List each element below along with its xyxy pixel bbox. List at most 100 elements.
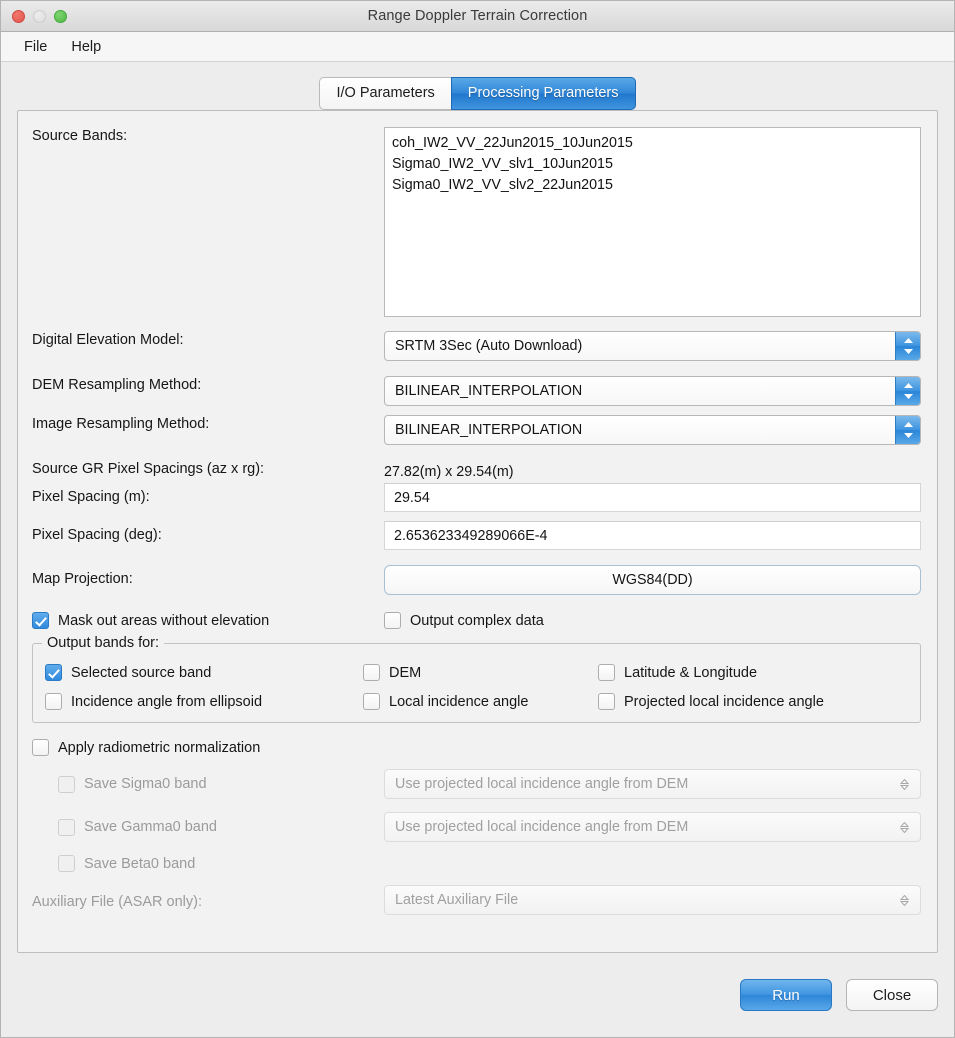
source-bands-list[interactable]: coh_IW2_VV_22Jun2015_10Jun2015 Sigma0_IW… [384, 127, 921, 317]
checkbox-selected-source-band[interactable]: Selected source band [45, 664, 363, 681]
dem-label: Digital Elevation Model: [32, 332, 184, 348]
checkbox-icon [58, 855, 75, 872]
save-sigma0-checkbox: Save Sigma0 band [32, 775, 384, 793]
save-beta0-checkbox: Save Beta0 band [32, 855, 384, 872]
save-sigma0-row: Save Sigma0 band Use projected local inc… [32, 769, 921, 799]
tab-processing-parameters[interactable]: Processing Parameters [450, 76, 636, 110]
chevron-updown-icon[interactable] [895, 416, 920, 444]
dialog-footer: Run Close [1, 963, 954, 1037]
checkbox-label: Projected local incidence angle [624, 693, 824, 710]
checkbox-label: Incidence angle from ellipsoid [71, 693, 263, 710]
checkbox-icon[interactable] [45, 664, 62, 681]
dem-resampling-value: BILINEAR_INTERPOLATION [395, 383, 583, 399]
output-complex-checkbox[interactable]: Output complex data [384, 612, 544, 629]
mask-out-elevation-label: Mask out areas without elevation [58, 612, 270, 629]
mask-complex-row: Mask out areas without elevation Output … [32, 612, 921, 629]
minimize-light[interactable] [33, 9, 46, 23]
checkbox-label: DEM [389, 664, 422, 681]
save-beta0-row: Save Beta0 band [32, 855, 921, 872]
checkbox-latitude-longitude[interactable]: Latitude & Longitude [598, 664, 910, 681]
dem-value: SRTM 3Sec (Auto Download) [395, 338, 583, 354]
save-sigma0-label: Save Sigma0 band [84, 776, 207, 792]
output-complex-label: Output complex data [410, 612, 544, 629]
checkbox-icon[interactable] [363, 664, 380, 681]
checkbox-icon [58, 818, 75, 836]
auxiliary-file-label: Auxiliary File (ASAR only): [32, 893, 203, 910]
window-title: Range Doppler Terrain Correction [367, 8, 588, 24]
save-sigma0-value: Use projected local incidence angle from… [395, 776, 689, 792]
chevron-updown-icon [892, 778, 916, 790]
processing-parameters-panel: Source Bands: coh_IW2_VV_22Jun2015_10Jun… [17, 110, 938, 953]
checkbox-icon[interactable] [32, 612, 49, 629]
map-projection-row: Map Projection: WGS84(DD) [32, 565, 921, 595]
source-gr-spacing-value: 27.82(m) x 29.54(m) [384, 464, 514, 480]
chevron-updown-icon [892, 894, 916, 906]
pixel-spacing-deg-label: Pixel Spacing (deg): [32, 527, 162, 543]
image-resampling-label: Image Resampling Method: [32, 416, 210, 432]
output-bands-row-1: Selected source band DEM Latitude & Long… [45, 664, 910, 681]
checkbox-icon[interactable] [598, 664, 615, 681]
source-gr-spacing-row: Source GR Pixel Spacings (az x rg): 27.8… [32, 460, 921, 480]
chevron-updown-icon [892, 821, 916, 833]
auxiliary-file-select: Latest Auxiliary File [384, 885, 921, 915]
checkbox-incidence-angle-ellipsoid[interactable]: Incidence angle from ellipsoid [45, 693, 363, 710]
window-controls [1, 9, 67, 23]
image-resampling-select[interactable]: BILINEAR_INTERPOLATION [384, 415, 921, 445]
dem-resampling-select[interactable]: BILINEAR_INTERPOLATION [384, 376, 921, 406]
checkbox-icon[interactable] [384, 612, 401, 629]
dem-resampling-label: DEM Resampling Method: [32, 377, 202, 393]
checkbox-label: Latitude & Longitude [624, 664, 758, 681]
checkbox-icon[interactable] [45, 693, 62, 710]
auxiliary-file-value: Latest Auxiliary File [395, 892, 519, 908]
menu-item-help[interactable]: Help [60, 36, 112, 58]
chevron-updown-icon[interactable] [895, 377, 920, 405]
image-resampling-row: Image Resampling Method: BILINEAR_INTERP… [32, 415, 921, 445]
window-titlebar: Range Doppler Terrain Correction [1, 1, 954, 32]
dem-row: Digital Elevation Model: SRTM 3Sec (Auto… [32, 331, 921, 361]
list-item[interactable]: Sigma0_IW2_VV_slv1_10Jun2015 [392, 154, 913, 175]
checkbox-projected-local-incidence-angle[interactable]: Projected local incidence angle [598, 693, 910, 710]
checkbox-icon[interactable] [32, 739, 49, 756]
checkbox-dem[interactable]: DEM [363, 664, 598, 681]
save-gamma0-select: Use projected local incidence angle from… [384, 812, 921, 842]
tabstrip: I/O Parameters Processing Parameters [17, 62, 938, 110]
map-projection-label: Map Projection: [32, 571, 133, 587]
apply-radiometric-normalization-checkbox[interactable]: Apply radiometric normalization [32, 739, 921, 756]
checkbox-icon[interactable] [598, 693, 615, 710]
list-item[interactable]: coh_IW2_VV_22Jun2015_10Jun2015 [392, 133, 913, 154]
pixel-spacing-m-label: Pixel Spacing (m): [32, 489, 150, 505]
terrain-correction-dialog: Range Doppler Terrain Correction File He… [0, 0, 955, 1038]
run-button[interactable]: Run [740, 979, 832, 1011]
pixel-spacing-m-input[interactable]: 29.54 [384, 483, 921, 512]
output-bands-group-title: Output bands for: [42, 635, 165, 651]
chevron-updown-icon[interactable] [895, 332, 920, 360]
dem-resampling-row: DEM Resampling Method: BILINEAR_INTERPOL… [32, 376, 921, 406]
menu-item-file[interactable]: File [13, 36, 58, 58]
checkbox-local-incidence-angle[interactable]: Local incidence angle [363, 693, 598, 710]
zoom-light[interactable] [54, 9, 67, 23]
pixel-spacing-m-row: Pixel Spacing (m): 29.54 [32, 483, 921, 512]
save-beta0-label: Save Beta0 band [84, 855, 196, 872]
mask-out-elevation-checkbox[interactable]: Mask out areas without elevation [32, 612, 384, 629]
list-item[interactable]: Sigma0_IW2_VV_slv2_22Jun2015 [392, 175, 913, 196]
dialog-body: I/O Parameters Processing Parameters Sou… [1, 62, 954, 963]
close-button[interactable]: Close [846, 979, 938, 1011]
checkbox-icon [58, 775, 75, 793]
pixel-spacing-deg-input[interactable]: 2.653623349289066E-4 [384, 521, 921, 550]
close-light[interactable] [12, 9, 25, 23]
save-gamma0-row: Save Gamma0 band Use projected local inc… [32, 812, 921, 842]
map-projection-button[interactable]: WGS84(DD) [384, 565, 921, 595]
tab-io-parameters[interactable]: I/O Parameters [319, 76, 451, 110]
source-bands-row: Source Bands: coh_IW2_VV_22Jun2015_10Jun… [32, 127, 921, 317]
checkbox-icon[interactable] [363, 693, 380, 710]
menubar: File Help [1, 32, 954, 62]
dem-select[interactable]: SRTM 3Sec (Auto Download) [384, 331, 921, 361]
auxiliary-file-row: Auxiliary File (ASAR only): Latest Auxil… [32, 885, 921, 915]
pixel-spacing-deg-row: Pixel Spacing (deg): 2.653623349289066E-… [32, 521, 921, 550]
save-gamma0-value: Use projected local incidence angle from… [395, 819, 689, 835]
save-gamma0-label: Save Gamma0 band [84, 819, 217, 835]
image-resampling-value: BILINEAR_INTERPOLATION [395, 422, 583, 438]
save-sigma0-select: Use projected local incidence angle from… [384, 769, 921, 799]
output-bands-row-2: Incidence angle from ellipsoid Local inc… [45, 693, 910, 710]
apply-radiometric-normalization-label: Apply radiometric normalization [58, 739, 261, 756]
